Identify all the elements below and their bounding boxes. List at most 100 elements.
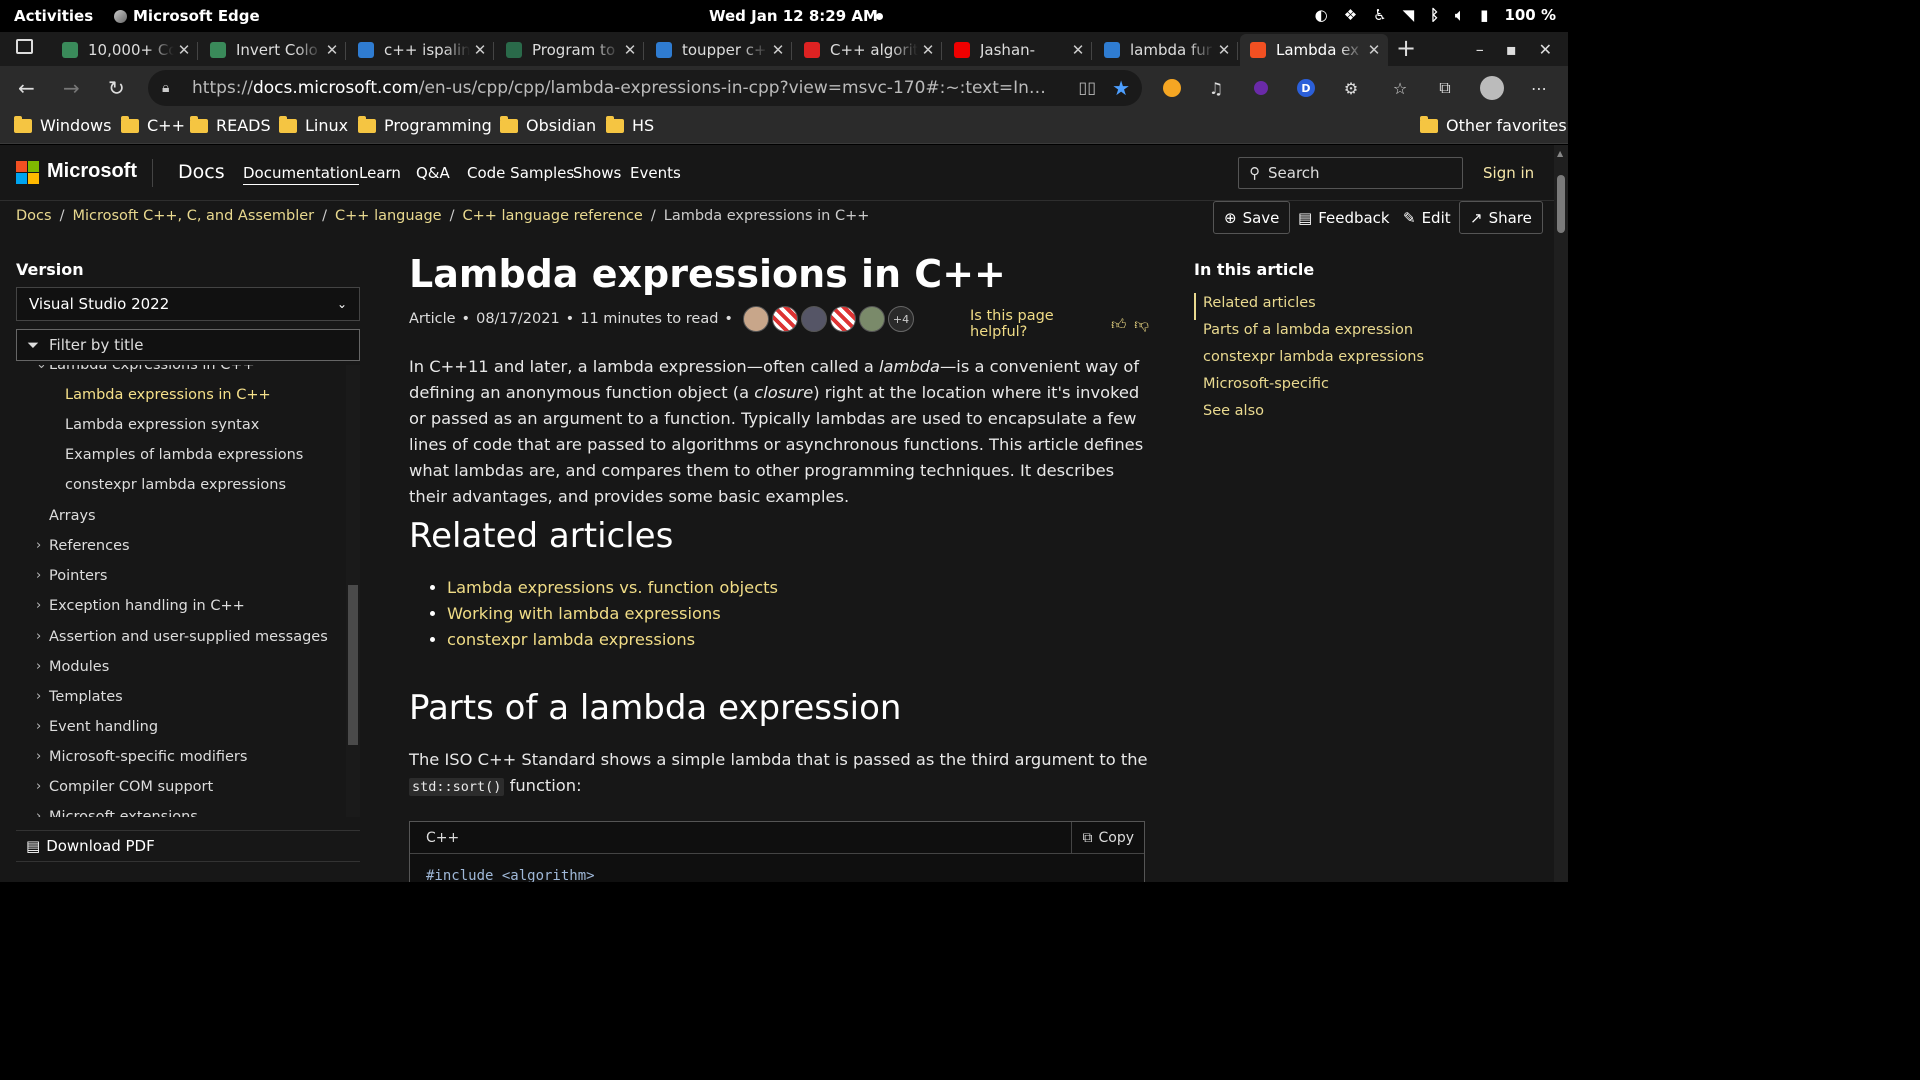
- toc-scrollbar[interactable]: [346, 365, 360, 817]
- favorite-folder[interactable]: HS: [606, 115, 654, 135]
- tab-close-icon[interactable]: ✕: [620, 41, 640, 59]
- page-scrollbar[interactable]: ▲: [1554, 145, 1568, 882]
- thumbs-down-icon[interactable]: 👎︎: [1134, 315, 1149, 333]
- contributor-avatar[interactable]: [858, 306, 885, 332]
- tab-close-icon[interactable]: ✕: [470, 41, 490, 59]
- tab-close-icon[interactable]: ✕: [1364, 41, 1384, 59]
- nav-learn[interactable]: Learn: [359, 164, 401, 182]
- extensions-puzzle-icon[interactable]: ⚙: [1339, 76, 1363, 100]
- browser-tab[interactable]: Program to ✕: [496, 34, 644, 66]
- close-window-button[interactable]: ✕: [1539, 40, 1552, 59]
- contributor-avatar[interactable]: [742, 306, 769, 332]
- download-pdf-button[interactable]: ▤ Download PDF: [16, 830, 360, 862]
- more-menu-icon[interactable]: ⋯: [1527, 76, 1551, 100]
- maximize-button[interactable]: ▪: [1506, 40, 1517, 59]
- system-tray[interactable]: ◐ ❖ ♿ ◥ ᛒ 🔈︎ ▮ 100 %: [1315, 6, 1556, 24]
- version-select[interactable]: Visual Studio 2022 ⌄: [16, 287, 360, 321]
- toc-item-constexpr[interactable]: constexpr lambda expressions: [1196, 347, 1534, 374]
- immersive-reader-icon[interactable]: ▯▯: [1078, 78, 1096, 97]
- url-text[interactable]: https://docs.microsoft.com/en-us/cpp/cpp…: [192, 78, 1062, 98]
- copy-button[interactable]: ⧉ Copy: [1071, 821, 1144, 854]
- toc-item-see-also[interactable]: See also: [1196, 401, 1534, 428]
- favorite-folder[interactable]: Windows: [14, 115, 111, 135]
- browser-tab[interactable]: Lambda ex ✕: [1240, 34, 1388, 66]
- feedback-button[interactable]: ▤ Feedback: [1288, 201, 1400, 234]
- filter-input[interactable]: ⏷ Filter by title: [16, 329, 360, 361]
- extension-d-icon[interactable]: D: [1294, 76, 1318, 100]
- search-input[interactable]: ⚲ Search: [1238, 157, 1463, 189]
- tab-close-icon[interactable]: ✕: [174, 41, 194, 59]
- browser-tab[interactable]: Jashan- ✕: [944, 34, 1092, 66]
- tree-item-event-handling[interactable]: › Event handling: [36, 719, 158, 735]
- contributor-avatar[interactable]: [800, 306, 827, 332]
- favorite-folder[interactable]: Obsidian: [500, 115, 596, 135]
- toc-scrollbar-thumb[interactable]: [348, 585, 358, 745]
- lock-icon[interactable]: 🔒︎: [162, 80, 192, 96]
- refresh-button[interactable]: ↻: [108, 76, 125, 100]
- address-bar[interactable]: 🔒︎ https://docs.microsoft.com/en-us/cpp/…: [148, 70, 1142, 106]
- back-button[interactable]: ←: [18, 76, 35, 100]
- nav-code-samples[interactable]: Code Samples: [467, 164, 574, 182]
- activities-button[interactable]: Activities: [14, 7, 93, 25]
- contributor-avatar[interactable]: [771, 306, 798, 332]
- breadcrumb-cpp-reference[interactable]: C++ language reference: [462, 208, 642, 224]
- tree-item-ms-modifiers[interactable]: › Microsoft-specific modifiers: [36, 749, 247, 765]
- favorite-folder[interactable]: READS: [190, 115, 271, 135]
- more-contributors[interactable]: +4: [887, 306, 914, 332]
- nav-shows[interactable]: Shows: [573, 164, 621, 182]
- tree-item-modules[interactable]: › Modules: [36, 659, 109, 675]
- save-button[interactable]: ⊕ Save: [1213, 201, 1291, 234]
- favorite-star-icon[interactable]: ★: [1112, 76, 1130, 100]
- toc-item-parts[interactable]: Parts of a lambda expression: [1196, 320, 1534, 347]
- tree-item-lambda-examples[interactable]: Examples of lambda expressions: [65, 447, 303, 463]
- tree-item-com-support[interactable]: › Compiler COM support: [36, 779, 213, 795]
- tree-item-lambda-parent[interactable]: ⌄Lambda expressions in C++: [36, 365, 255, 373]
- nav-documentation[interactable]: Documentation: [243, 164, 359, 185]
- nav-events[interactable]: Events: [630, 164, 681, 182]
- tree-item-lambda-current[interactable]: Lambda expressions in C++: [65, 387, 271, 403]
- forward-button[interactable]: →: [63, 76, 80, 100]
- tree-item-pointers[interactable]: › Pointers: [36, 568, 107, 584]
- music-icon[interactable]: ♫: [1204, 76, 1228, 100]
- other-favorites[interactable]: Other favorites: [1420, 115, 1567, 135]
- new-tab-button[interactable]: +: [1396, 34, 1416, 62]
- tree-item-arrays[interactable]: Arrays: [49, 508, 96, 524]
- page-scrollbar-thumb[interactable]: [1557, 175, 1565, 233]
- browser-tab[interactable]: C++ algorit ✕: [794, 34, 942, 66]
- browser-tab[interactable]: toupper c+ ✕: [646, 34, 792, 66]
- favorite-folder[interactable]: Linux: [279, 115, 348, 135]
- browser-tab[interactable]: c++ ispalin ✕: [348, 34, 494, 66]
- docs-link[interactable]: Docs: [178, 161, 225, 183]
- contributor-avatar[interactable]: [829, 306, 856, 332]
- tab-close-icon[interactable]: ✕: [1214, 41, 1234, 59]
- tab-close-icon[interactable]: ✕: [768, 41, 788, 59]
- tab-close-icon[interactable]: ✕: [1068, 41, 1088, 59]
- tree-item-ms-extensions[interactable]: › Microsoft extensions: [36, 809, 198, 817]
- breadcrumb-msvc[interactable]: Microsoft C++, C, and Assembler: [72, 208, 314, 224]
- extension-icon[interactable]: [1160, 76, 1184, 100]
- tree-item-exceptions[interactable]: › Exception handling in C++: [36, 598, 245, 614]
- tree-item-constexpr-lambda[interactable]: constexpr lambda expressions: [65, 477, 286, 493]
- microsoft-brand[interactable]: Microsoft: [47, 160, 137, 183]
- tree-item-references[interactable]: › References: [36, 538, 130, 554]
- app-menu[interactable]: Microsoft Edge: [114, 7, 260, 25]
- microsoft-logo-icon[interactable]: [16, 161, 39, 184]
- tree-item-templates[interactable]: › Templates: [36, 689, 123, 705]
- scroll-up-icon[interactable]: ▲: [1557, 149, 1563, 158]
- collections-icon[interactable]: ⧉: [1433, 76, 1457, 100]
- breadcrumb-cpp-language[interactable]: C++ language: [335, 208, 442, 224]
- browser-tab[interactable]: Invert Colo ✕: [200, 34, 346, 66]
- favorite-folder[interactable]: C++: [121, 115, 185, 135]
- related-link[interactable]: Working with lambda expressions: [447, 604, 721, 623]
- favorites-icon[interactable]: ☆: [1388, 76, 1412, 100]
- thumbs-up-icon[interactable]: 👍︎: [1111, 315, 1126, 333]
- nav-qa[interactable]: Q&A: [416, 164, 450, 182]
- tab-close-icon[interactable]: ✕: [918, 41, 938, 59]
- share-button[interactable]: ↗ Share: [1459, 201, 1543, 234]
- toc-item-related[interactable]: Related articles: [1194, 293, 1534, 320]
- clock[interactable]: Wed Jan 12 8:29 AM: [709, 7, 878, 25]
- minimize-button[interactable]: –: [1476, 40, 1484, 59]
- profile-avatar[interactable]: [1480, 76, 1504, 100]
- favorite-folder[interactable]: Programming: [358, 115, 492, 135]
- extension-purple-icon[interactable]: [1249, 76, 1273, 100]
